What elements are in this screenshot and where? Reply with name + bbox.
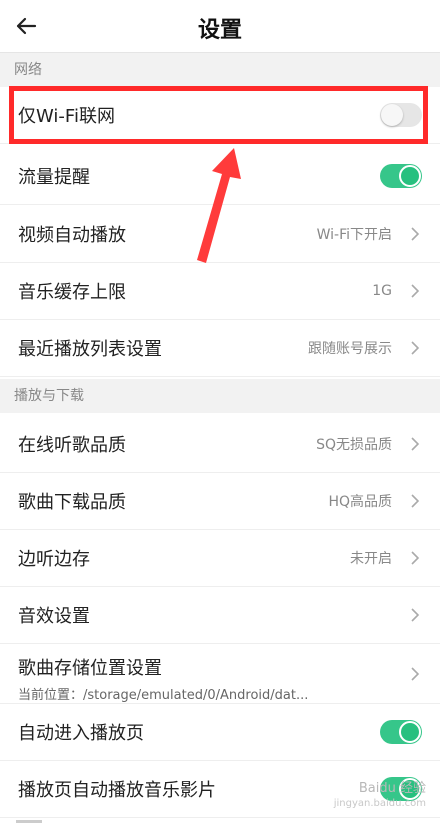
online-quality-value: SQ无损品质 xyxy=(316,437,392,453)
toggle-knob xyxy=(381,104,403,126)
cache-limit-row[interactable]: 音乐缓存上限 1G xyxy=(0,263,440,320)
sound-effects-row[interactable]: 音效设置 xyxy=(0,587,440,644)
online-quality-label: 在线听歌品质 xyxy=(18,435,126,456)
video-autoplay-label: 视频自动播放 xyxy=(18,225,126,246)
chevron-right-icon xyxy=(411,551,420,565)
cache-while-play-label: 边听边存 xyxy=(18,549,90,570)
chevron-right-icon xyxy=(411,227,420,241)
wifi-only-toggle[interactable] xyxy=(380,103,422,127)
annotation-arrow-icon xyxy=(197,148,241,263)
data-alert-label: 流量提醒 xyxy=(18,167,90,188)
sound-effects-label: 音效设置 xyxy=(18,606,90,627)
storage-location-row[interactable]: 歌曲存储位置设置 当前位置：/storage/emulated/0/Androi… xyxy=(0,644,440,704)
toggle-knob xyxy=(399,165,421,187)
header-bar: 设置 xyxy=(0,0,440,53)
recent-list-label: 最近播放列表设置 xyxy=(18,339,162,360)
watermark-url: jingyan.baidu.com xyxy=(333,798,426,809)
wifi-only-label: 仅Wi-Fi联网 xyxy=(18,106,115,127)
section-header-playback: 播放与下载 xyxy=(0,379,440,413)
cache-while-play-row[interactable]: 边听边存 未开启 xyxy=(0,530,440,587)
auto-enter-player-toggle[interactable] xyxy=(380,720,422,744)
cache-limit-label: 音乐缓存上限 xyxy=(18,282,126,303)
download-quality-label: 歌曲下载品质 xyxy=(18,492,126,513)
chevron-right-icon xyxy=(411,437,420,451)
cache-limit-value: 1G xyxy=(372,283,392,299)
chevron-right-icon xyxy=(411,608,420,622)
chevron-right-icon xyxy=(411,341,420,355)
download-quality-row[interactable]: 歌曲下载品质 HQ高品质 xyxy=(0,473,440,530)
chevron-right-icon xyxy=(411,284,420,298)
auto-enter-player-label: 自动进入播放页 xyxy=(18,723,144,744)
data-alert-toggle[interactable] xyxy=(380,164,422,188)
chevron-right-icon xyxy=(411,494,420,508)
chevron-right-icon xyxy=(411,666,420,681)
recent-list-row[interactable]: 最近播放列表设置 跟随账号展示 xyxy=(0,320,440,377)
auto-enter-player-row[interactable]: 自动进入播放页 xyxy=(0,704,440,761)
page-title: 设置 xyxy=(197,18,242,43)
toggle-knob xyxy=(399,721,421,743)
watermark-text: Baidu 经验 xyxy=(358,781,426,796)
section-header-network: 网络 xyxy=(0,53,440,87)
storage-location-path: 当前位置：/storage/emulated/0/Android/dat... xyxy=(18,688,309,703)
video-autoplay-value: Wi-Fi下开启 xyxy=(316,227,392,243)
download-quality-value: HQ高品质 xyxy=(328,494,392,510)
auto-play-video-label: 播放页自动播放音乐影片 xyxy=(18,780,216,801)
watermark: Baidu 经验 jingyan.baidu.com xyxy=(334,781,426,811)
wifi-only-row[interactable]: 仅Wi-Fi联网 xyxy=(0,87,440,144)
storage-location-label: 歌曲存储位置设置 xyxy=(18,658,162,679)
recent-list-value: 跟随账号展示 xyxy=(308,341,392,357)
cache-while-play-value: 未开启 xyxy=(350,551,392,567)
online-quality-row[interactable]: 在线听歌品质 SQ无损品质 xyxy=(0,416,440,473)
